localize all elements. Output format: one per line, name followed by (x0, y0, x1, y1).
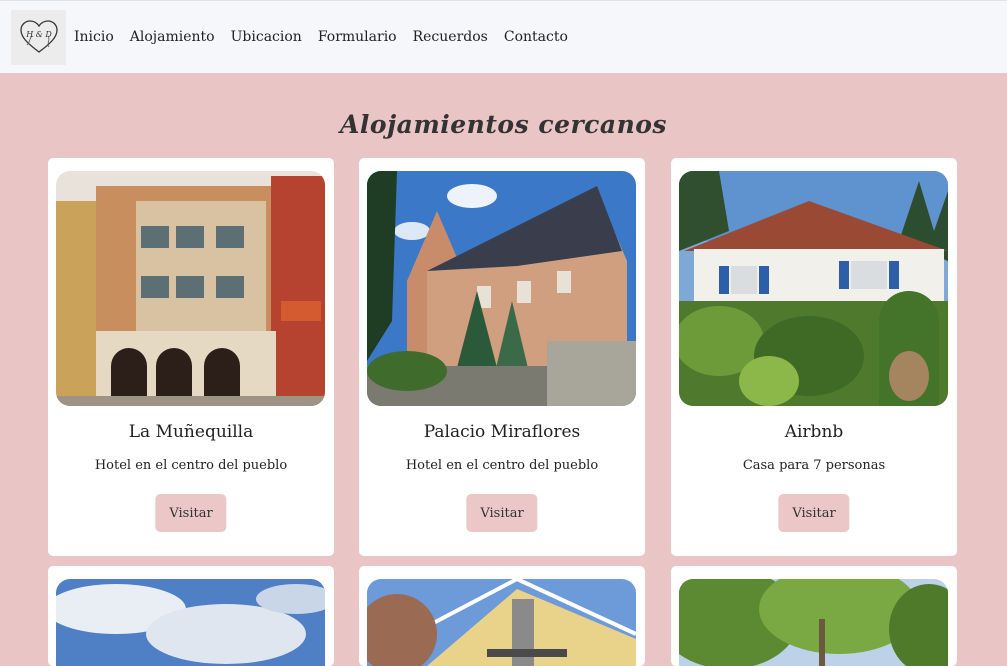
navbar: H & D Inicio Alojamiento Ubicacion Formu… (0, 0, 1007, 73)
card-palacio-miraflores: Palacio Miraflores Hotel en el centro de… (359, 158, 645, 556)
card-text: Hotel en el centro del pueblo (94, 458, 288, 473)
card-text: Hotel en el centro del pueblo (405, 458, 599, 473)
visitar-button[interactable]: Visitar (155, 494, 227, 532)
section-title: Alojamientos cercanos (340, 110, 667, 139)
nav-link-formulario[interactable]: Formulario (318, 29, 397, 45)
card-partial-2 (359, 566, 645, 666)
card-partial-1 (48, 566, 334, 666)
yellow-house-image (367, 579, 636, 666)
visitar-button[interactable]: Visitar (778, 494, 850, 532)
house-garden-image (679, 171, 948, 406)
card-la-munequilla: La Muñequilla Hotel en el centro del pue… (48, 158, 334, 556)
card-text: Casa para 7 personas (742, 458, 886, 473)
card-title: Palacio Miraflores (423, 422, 581, 442)
nav-link-alojamiento[interactable]: Alojamiento (130, 29, 215, 45)
card-title: La Muñequilla (128, 422, 254, 442)
nav-link-contacto[interactable]: Contacto (504, 29, 568, 45)
palace-image (367, 171, 636, 406)
trees-image (679, 579, 948, 666)
sky-clouds-image (56, 579, 325, 666)
logo[interactable]: H & D (11, 9, 66, 65)
card-title: Airbnb (784, 422, 844, 442)
nav-link-inicio[interactable]: Inicio (74, 29, 114, 45)
nav-link-recuerdos[interactable]: Recuerdos (413, 29, 488, 45)
visitar-button[interactable]: Visitar (466, 494, 538, 532)
card-airbnb: Airbnb Casa para 7 personas Visitar (671, 158, 957, 556)
card-partial-3 (671, 566, 957, 666)
nav-links: Inicio Alojamiento Ubicacion Formulario … (74, 29, 584, 45)
heart-logo-icon: H & D (19, 20, 58, 53)
logo-text: H & D (25, 30, 52, 39)
nav-link-ubicacion[interactable]: Ubicacion (231, 29, 302, 45)
hotel-building-image (56, 171, 325, 406)
